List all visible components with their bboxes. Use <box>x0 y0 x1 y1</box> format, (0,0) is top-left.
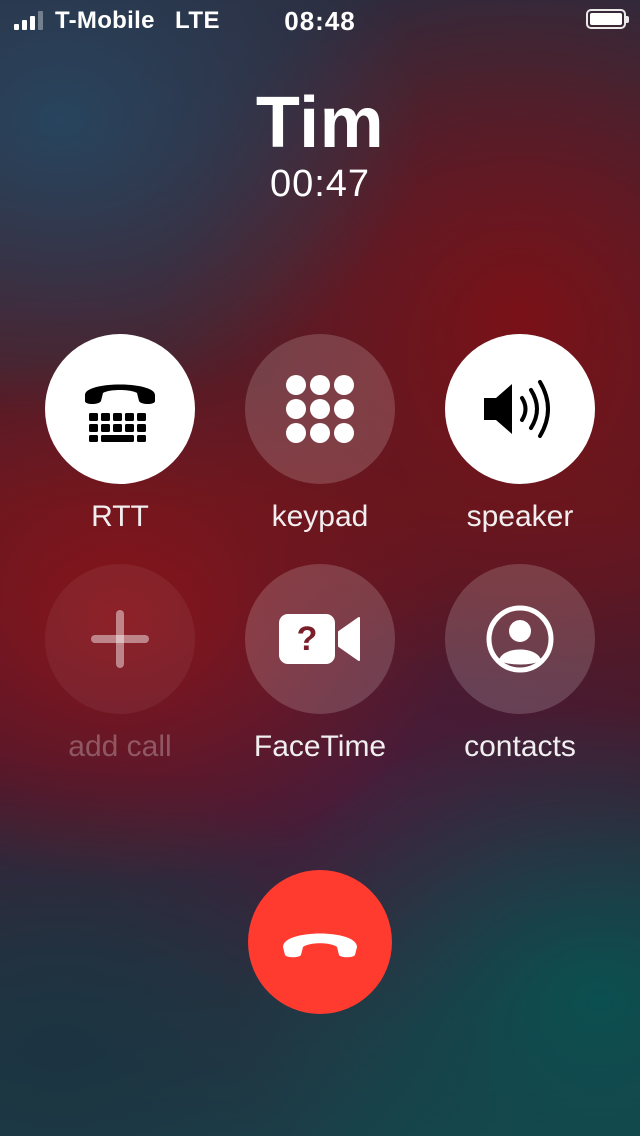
contact-icon <box>486 605 554 673</box>
plus-icon <box>91 610 149 668</box>
contacts-label: contacts <box>464 730 576 763</box>
end-call-button[interactable] <box>248 870 392 1014</box>
speaker-button[interactable]: speaker <box>420 334 620 534</box>
keypad-icon <box>286 375 354 443</box>
rtt-button[interactable]: RTT <box>20 334 220 534</box>
rtt-circle[interactable] <box>45 334 195 484</box>
keypad-label: keypad <box>271 500 369 533</box>
add-call-circle[interactable] <box>45 564 195 714</box>
add-call-label: add call <box>68 730 172 763</box>
tty-icon <box>85 384 155 442</box>
speaker-icon <box>484 380 550 438</box>
facetime-label: FaceTime <box>253 730 387 763</box>
facetime-icon: ? <box>279 614 360 664</box>
status-time: 08:48 <box>284 6 356 36</box>
call-duration: 00:47 <box>269 163 371 205</box>
caller-name: Tim <box>255 83 385 163</box>
battery-icon <box>586 9 629 29</box>
speaker-circle[interactable] <box>445 334 595 484</box>
facetime-circle[interactable]: ? <box>245 564 395 714</box>
speaker-label: speaker <box>466 500 574 533</box>
hang-up-icon <box>283 933 357 958</box>
rtt-label: RTT <box>91 500 149 533</box>
add-call-button[interactable]: add call <box>20 564 220 764</box>
contacts-circle[interactable] <box>445 564 595 714</box>
keypad-button[interactable]: keypad <box>220 334 420 534</box>
keypad-circle[interactable] <box>245 334 395 484</box>
svg-text:?: ? <box>297 620 318 658</box>
contacts-button[interactable]: contacts <box>420 564 620 764</box>
status-bar: T-Mobile LTE 08:48 <box>0 0 640 40</box>
facetime-button[interactable]: ? FaceTime <box>220 564 420 764</box>
